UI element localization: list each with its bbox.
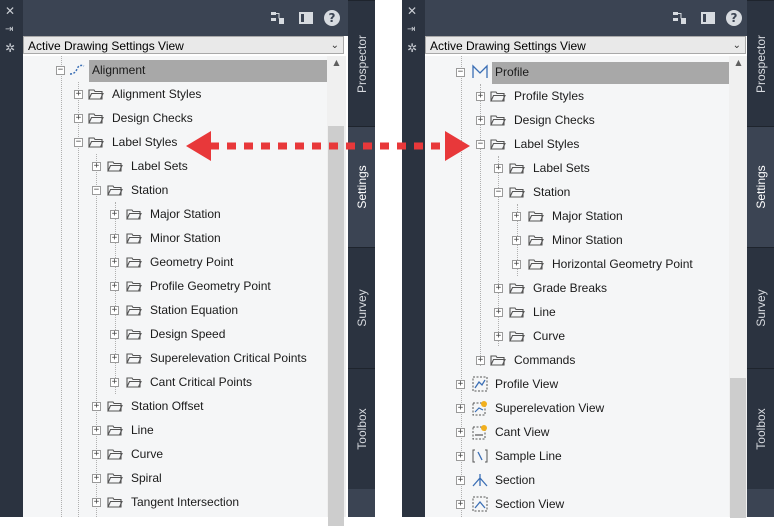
comparison-arrow	[186, 131, 470, 161]
double-arrow-icon	[186, 131, 470, 161]
